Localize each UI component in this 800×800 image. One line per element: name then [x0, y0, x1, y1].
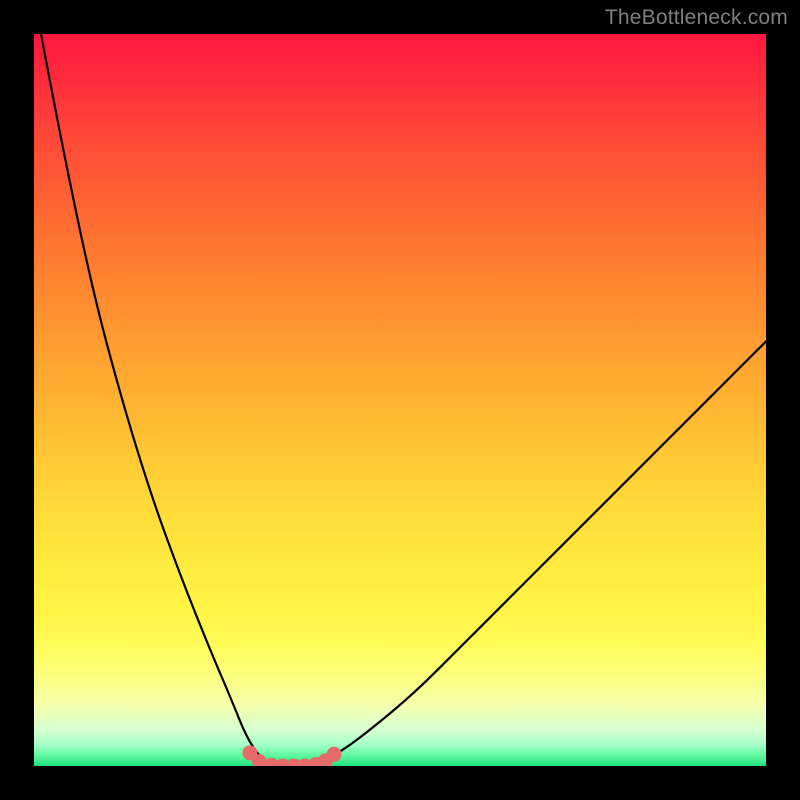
- min-band-marker: [327, 747, 342, 762]
- bottleneck-curve: [34, 34, 766, 766]
- chart-frame: TheBottleneck.com: [0, 0, 800, 800]
- watermark-text: TheBottleneck.com: [605, 6, 788, 30]
- plot-area: [34, 34, 766, 766]
- min-band-markers: [242, 745, 341, 766]
- curve-svg: [34, 34, 766, 766]
